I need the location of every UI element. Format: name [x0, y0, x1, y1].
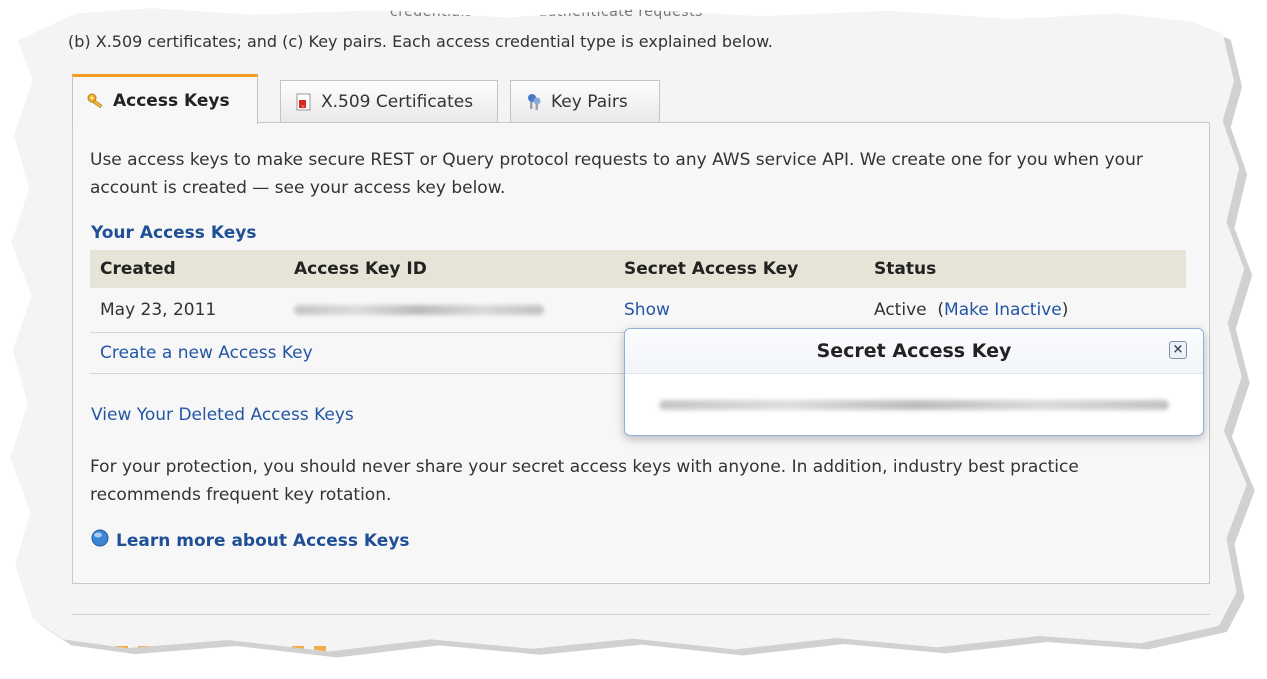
table-header-row: Created Access Key ID Secret Access Key …: [90, 250, 1186, 288]
popup-header: Secret Access Key ×: [625, 329, 1203, 374]
redacted-secret-key: [659, 400, 1169, 410]
protection-note: For your protection, you should never sh…: [90, 457, 1079, 505]
tab-access-keys[interactable]: Access Keys: [72, 74, 258, 124]
make-inactive-link[interactable]: Make Inactive: [944, 300, 1062, 320]
key-pair-icon: [525, 93, 543, 111]
status-cell: Active (Make Inactive): [864, 288, 1186, 333]
tab-key-pairs[interactable]: Key Pairs: [510, 80, 660, 122]
info-bubble-icon: [90, 528, 110, 553]
bottom-divider: [72, 614, 1210, 615]
close-icon[interactable]: ×: [1169, 341, 1187, 359]
tab-label: X.509 Certificates: [321, 91, 474, 112]
popup-title: Secret Access Key: [816, 340, 1012, 362]
tab-label: Key Pairs: [551, 91, 628, 112]
redacted-access-key-id: [294, 305, 544, 315]
learn-more-link[interactable]: Learn more about Access Keys: [90, 528, 410, 553]
secret-access-key-popup: Secret Access Key ×: [624, 328, 1204, 436]
key-icon: [87, 92, 105, 110]
create-access-key-link[interactable]: Create a new Access Key: [100, 343, 313, 363]
view-deleted-keys-link[interactable]: View Your Deleted Access Keys: [91, 405, 354, 425]
intro-fragment: credentials used to authenticate request…: [390, 4, 703, 20]
certificate-icon: [295, 93, 313, 111]
column-header-access-key-id: Access Key ID: [284, 250, 614, 288]
section-title: Your Access Keys: [91, 223, 257, 243]
show-secret-link[interactable]: Show: [624, 300, 670, 320]
popup-body: [625, 374, 1203, 436]
access-key-id-redacted: [284, 288, 614, 333]
tab-label: Access Keys: [113, 90, 230, 111]
column-header-created: Created: [90, 250, 284, 288]
column-header-status: Status: [864, 250, 1186, 288]
tab-x509-certificates[interactable]: X.509 Certificates: [280, 80, 498, 122]
panel-description: Use access keys to make secure REST or Q…: [90, 150, 1143, 198]
learn-more-label: Learn more about Access Keys: [116, 530, 410, 551]
created-date: May 23, 2011: [90, 288, 284, 333]
intro-text: (b) X.509 certificates; and (c) Key pair…: [68, 32, 773, 51]
column-header-secret-access-key: Secret Access Key: [614, 250, 864, 288]
torn-paper-screenshot: credentials used to authenticate request…: [10, 4, 1247, 652]
table-row: May 23, 2011 Show Active (Make Inactive): [90, 288, 1186, 333]
status-text: Active: [874, 300, 927, 320]
